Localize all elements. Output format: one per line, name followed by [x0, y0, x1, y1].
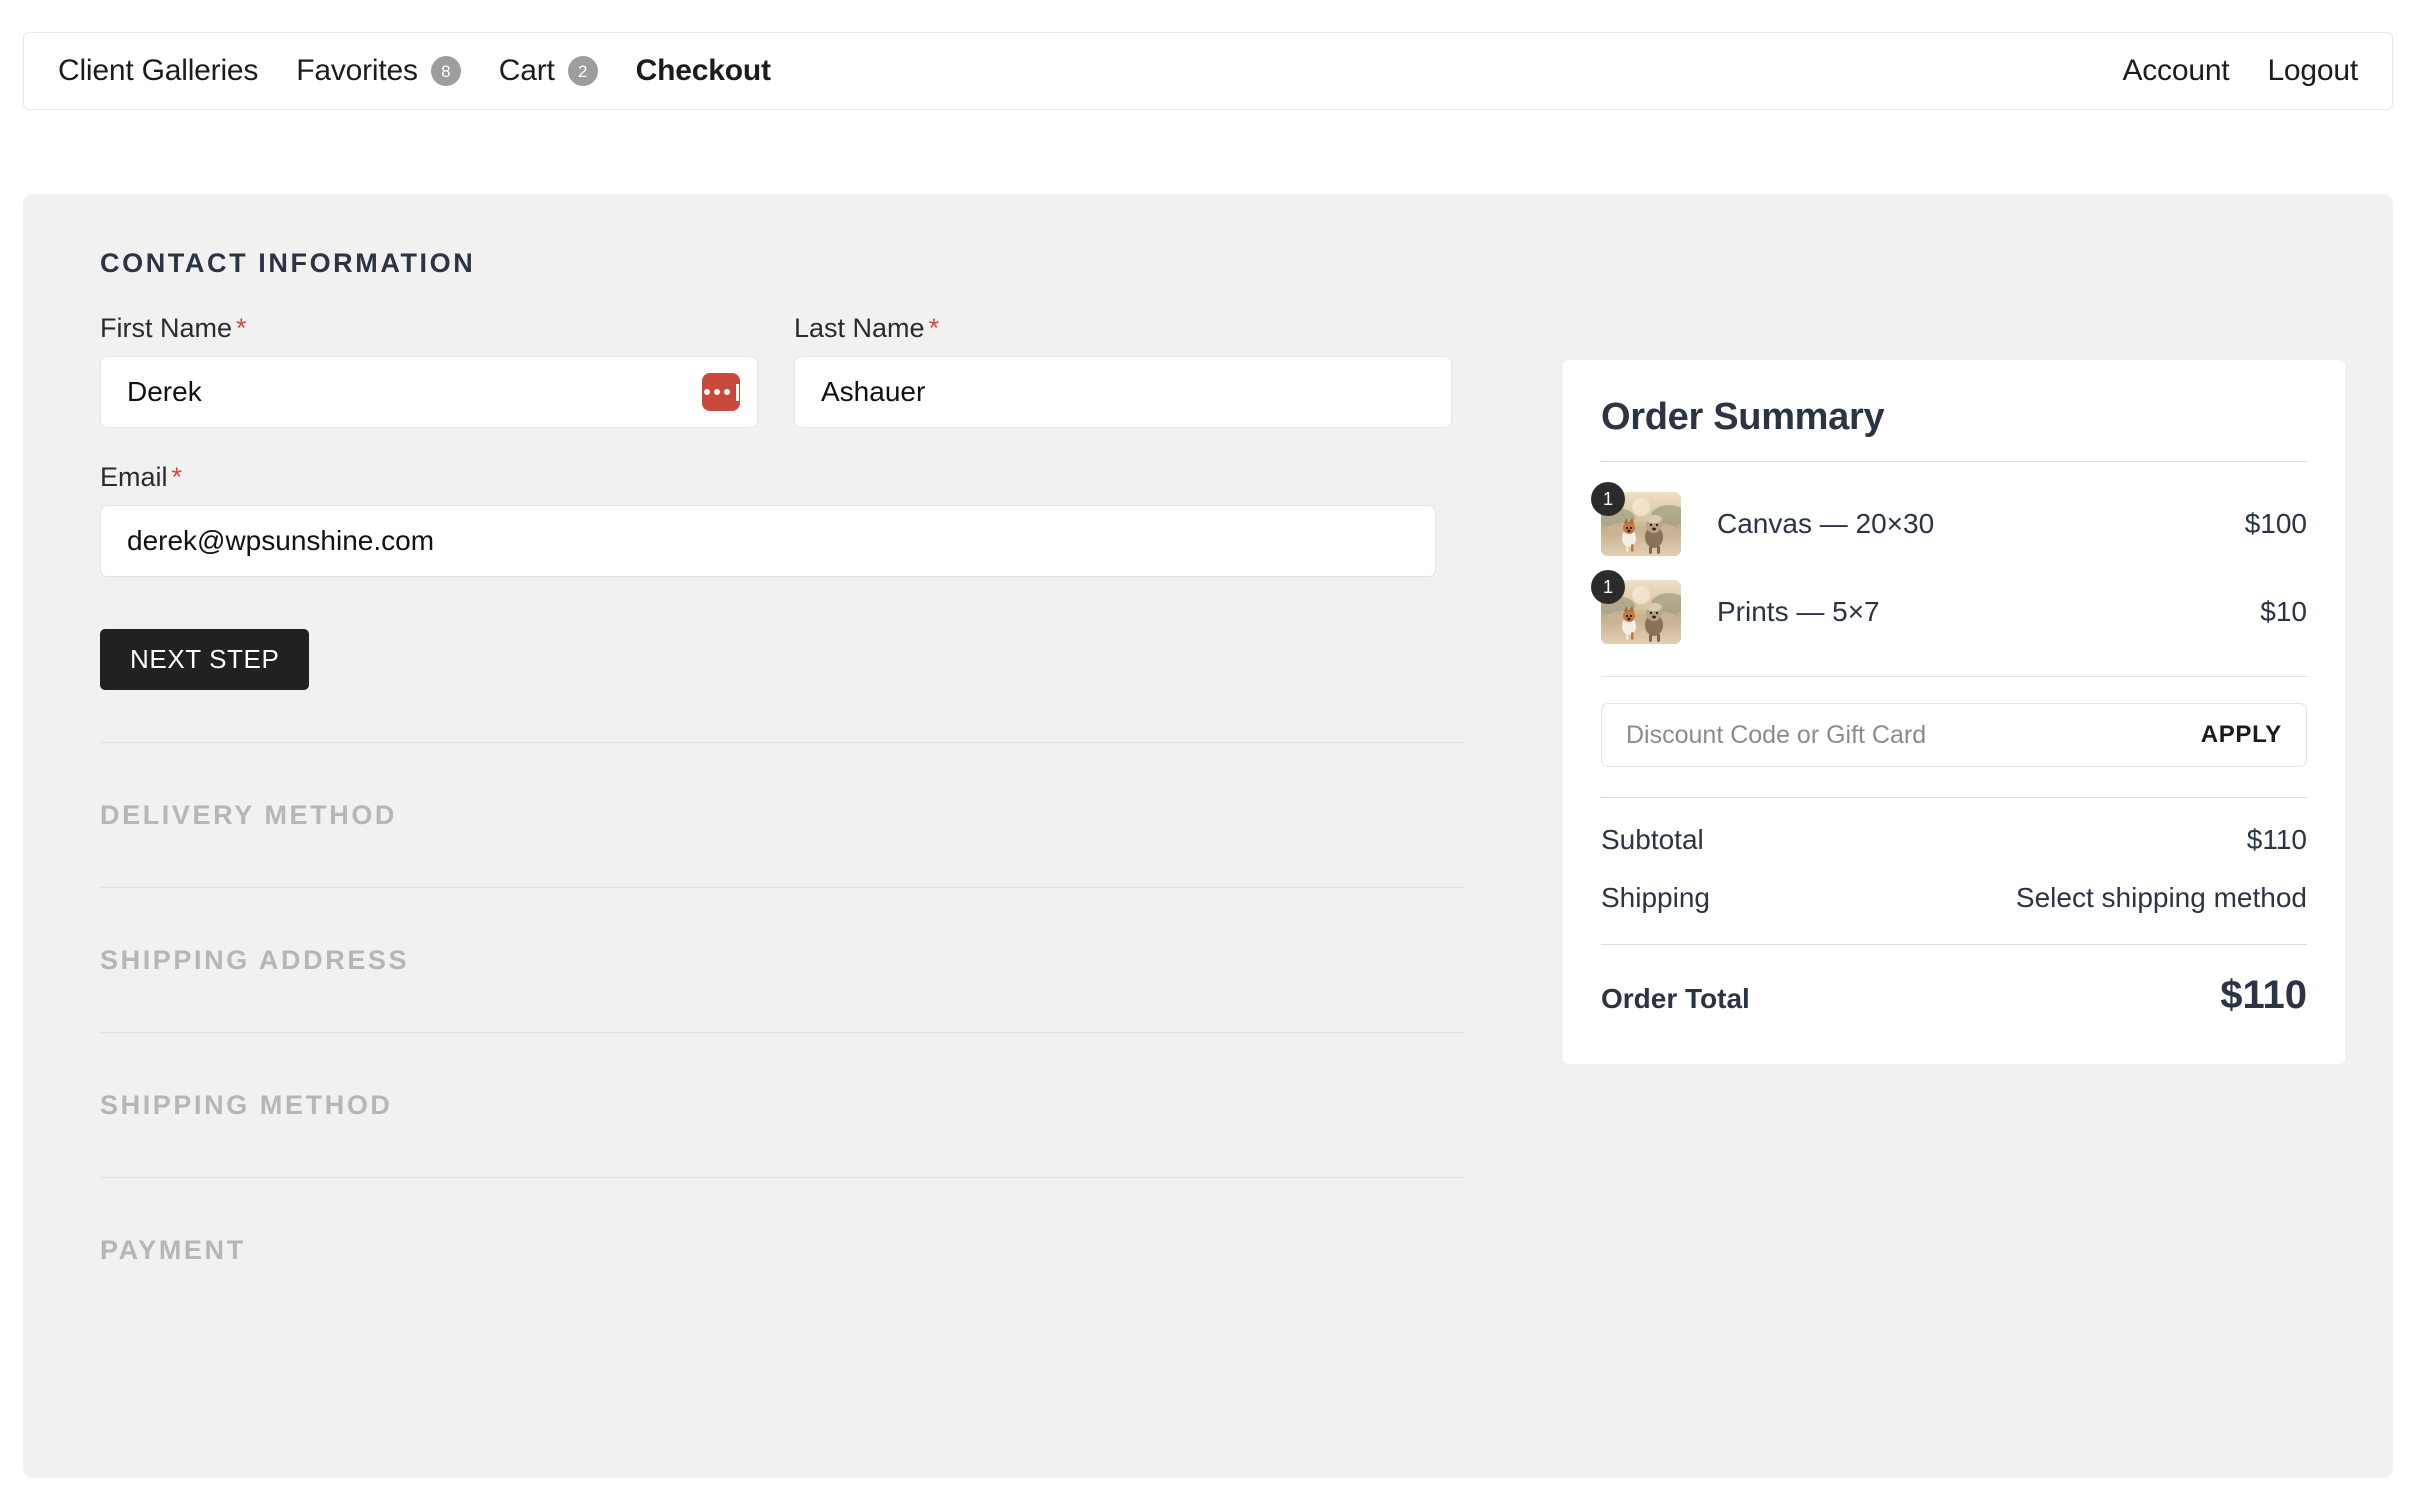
nav-item-checkout[interactable]: Checkout: [636, 54, 771, 88]
required-asterisk: *: [236, 313, 247, 343]
payment-heading: Payment: [100, 1235, 246, 1265]
shipping-method-heading: Shipping Method: [100, 1090, 393, 1120]
shipping-label: Shipping: [1601, 882, 1710, 913]
order-line-item: 1: [1591, 482, 2307, 556]
subtotal-value: $110: [2246, 824, 2307, 855]
email-input[interactable]: [100, 505, 1436, 577]
checkout-content-panel: Contact Information First Name *: [23, 194, 2393, 1478]
first-name-label: First Name *: [100, 313, 247, 343]
last-name-field-group: Last Name *: [794, 313, 1452, 428]
contact-information-heading: Contact Information: [100, 248, 476, 278]
email-input-wrap: [100, 505, 1436, 577]
order-total-value: $110: [2220, 973, 2307, 1017]
email-field-group: Email *: [100, 462, 1436, 577]
shipping-address-section[interactable]: Shipping Address: [100, 888, 1465, 1032]
nav-label-checkout: Checkout: [635, 54, 771, 87]
order-summary-card: Order Summary 1 Canvas — 20×30 $100 1 Pr…: [1563, 360, 2345, 1064]
checkout-form-column: Contact Information First Name *: [100, 248, 1465, 1266]
lastpass-icon[interactable]: [702, 373, 740, 411]
order-line-items: 1 Canvas — 20×30 $100 1 Prints — 5×7 $10: [1591, 482, 2307, 644]
shipping-address-heading: Shipping Address: [100, 945, 410, 975]
discount-code-input[interactable]: [1626, 720, 2201, 750]
shipping-row: Shipping Select shipping method: [1601, 856, 2307, 914]
last-name-label: Last Name *: [794, 313, 940, 343]
first-name-input-wrap: [100, 356, 758, 428]
lastpass-cursor-bar: [735, 383, 739, 401]
required-asterisk: *: [171, 462, 183, 492]
nav-item-client-galleries[interactable]: Client Galleries: [58, 54, 258, 88]
nav-item-cart[interactable]: Cart 2: [499, 54, 598, 88]
nav-label-logout: Logout: [2267, 54, 2358, 87]
order-line-item: 1: [1591, 570, 2307, 644]
last-name-input-wrap: [794, 356, 1452, 428]
item-price: $10: [2260, 596, 2307, 627]
cart-count-badge: 2: [567, 56, 598, 86]
lastpass-dot-3: [723, 389, 730, 395]
order-total-row: Order Total $110: [1601, 945, 2307, 1018]
item-name: Canvas — 20×30: [1717, 508, 1935, 539]
item-price: $100: [2244, 508, 2307, 539]
order-summary-heading: Order Summary: [1601, 396, 1885, 438]
item-quantity-badge: 1: [1591, 570, 1625, 604]
first-name-input[interactable]: [100, 356, 758, 428]
subtotal-row: Subtotal $110: [1601, 798, 2307, 856]
last-name-input[interactable]: [794, 356, 1452, 428]
summary-divider: [1601, 461, 2307, 462]
first-name-field-group: First Name *: [100, 313, 758, 428]
discount-code-box: APPLY: [1601, 703, 2307, 767]
item-name: Prints — 5×7: [1717, 596, 1880, 627]
top-navigation-bar: Client Galleries Favorites 8 Cart 2 Chec…: [23, 32, 2393, 110]
nav-label-client-galleries: Client Galleries: [58, 54, 259, 87]
required-asterisk: *: [928, 313, 940, 343]
discount-divider: [1601, 676, 2307, 677]
account-nav: Account Logout: [2122, 54, 2358, 88]
email-field-row: Email *: [100, 462, 1465, 577]
nav-item-account[interactable]: Account: [2122, 54, 2229, 88]
name-field-row: First Name* Last Name*: [100, 313, 1465, 428]
favorites-count-badge: 8: [430, 56, 461, 86]
apply-discount-button[interactable]: APPLY: [2201, 721, 2282, 749]
shipping-value: Select shipping method: [2015, 882, 2307, 913]
shipping-method-section[interactable]: Shipping Method: [100, 1033, 1465, 1177]
next-step-button[interactable]: NEXT STEP: [100, 629, 310, 690]
nav-label-favorites: Favorites: [296, 54, 418, 87]
primary-nav: Client Galleries Favorites 8 Cart 2 Chec…: [58, 54, 771, 88]
delivery-method-heading: Delivery Method: [100, 800, 398, 830]
payment-section[interactable]: Payment: [100, 1178, 1465, 1266]
email-label: Email *: [100, 462, 183, 492]
order-total-label: Order Total: [1601, 983, 1750, 1014]
lastpass-dot-1: [703, 389, 710, 395]
item-quantity-badge: 1: [1591, 482, 1625, 516]
nav-item-favorites[interactable]: Favorites 8: [296, 54, 461, 88]
item-thumbnail-wrap: 1: [1591, 482, 1681, 556]
lastpass-dot-2: [713, 389, 720, 395]
delivery-method-section[interactable]: Delivery Method: [100, 743, 1465, 887]
nav-label-account: Account: [2122, 54, 2230, 87]
nav-item-logout[interactable]: Logout: [2267, 54, 2358, 88]
nav-label-cart: Cart: [498, 54, 555, 87]
subtotal-label: Subtotal: [1601, 824, 1704, 855]
item-thumbnail-wrap: 1: [1591, 570, 1681, 644]
